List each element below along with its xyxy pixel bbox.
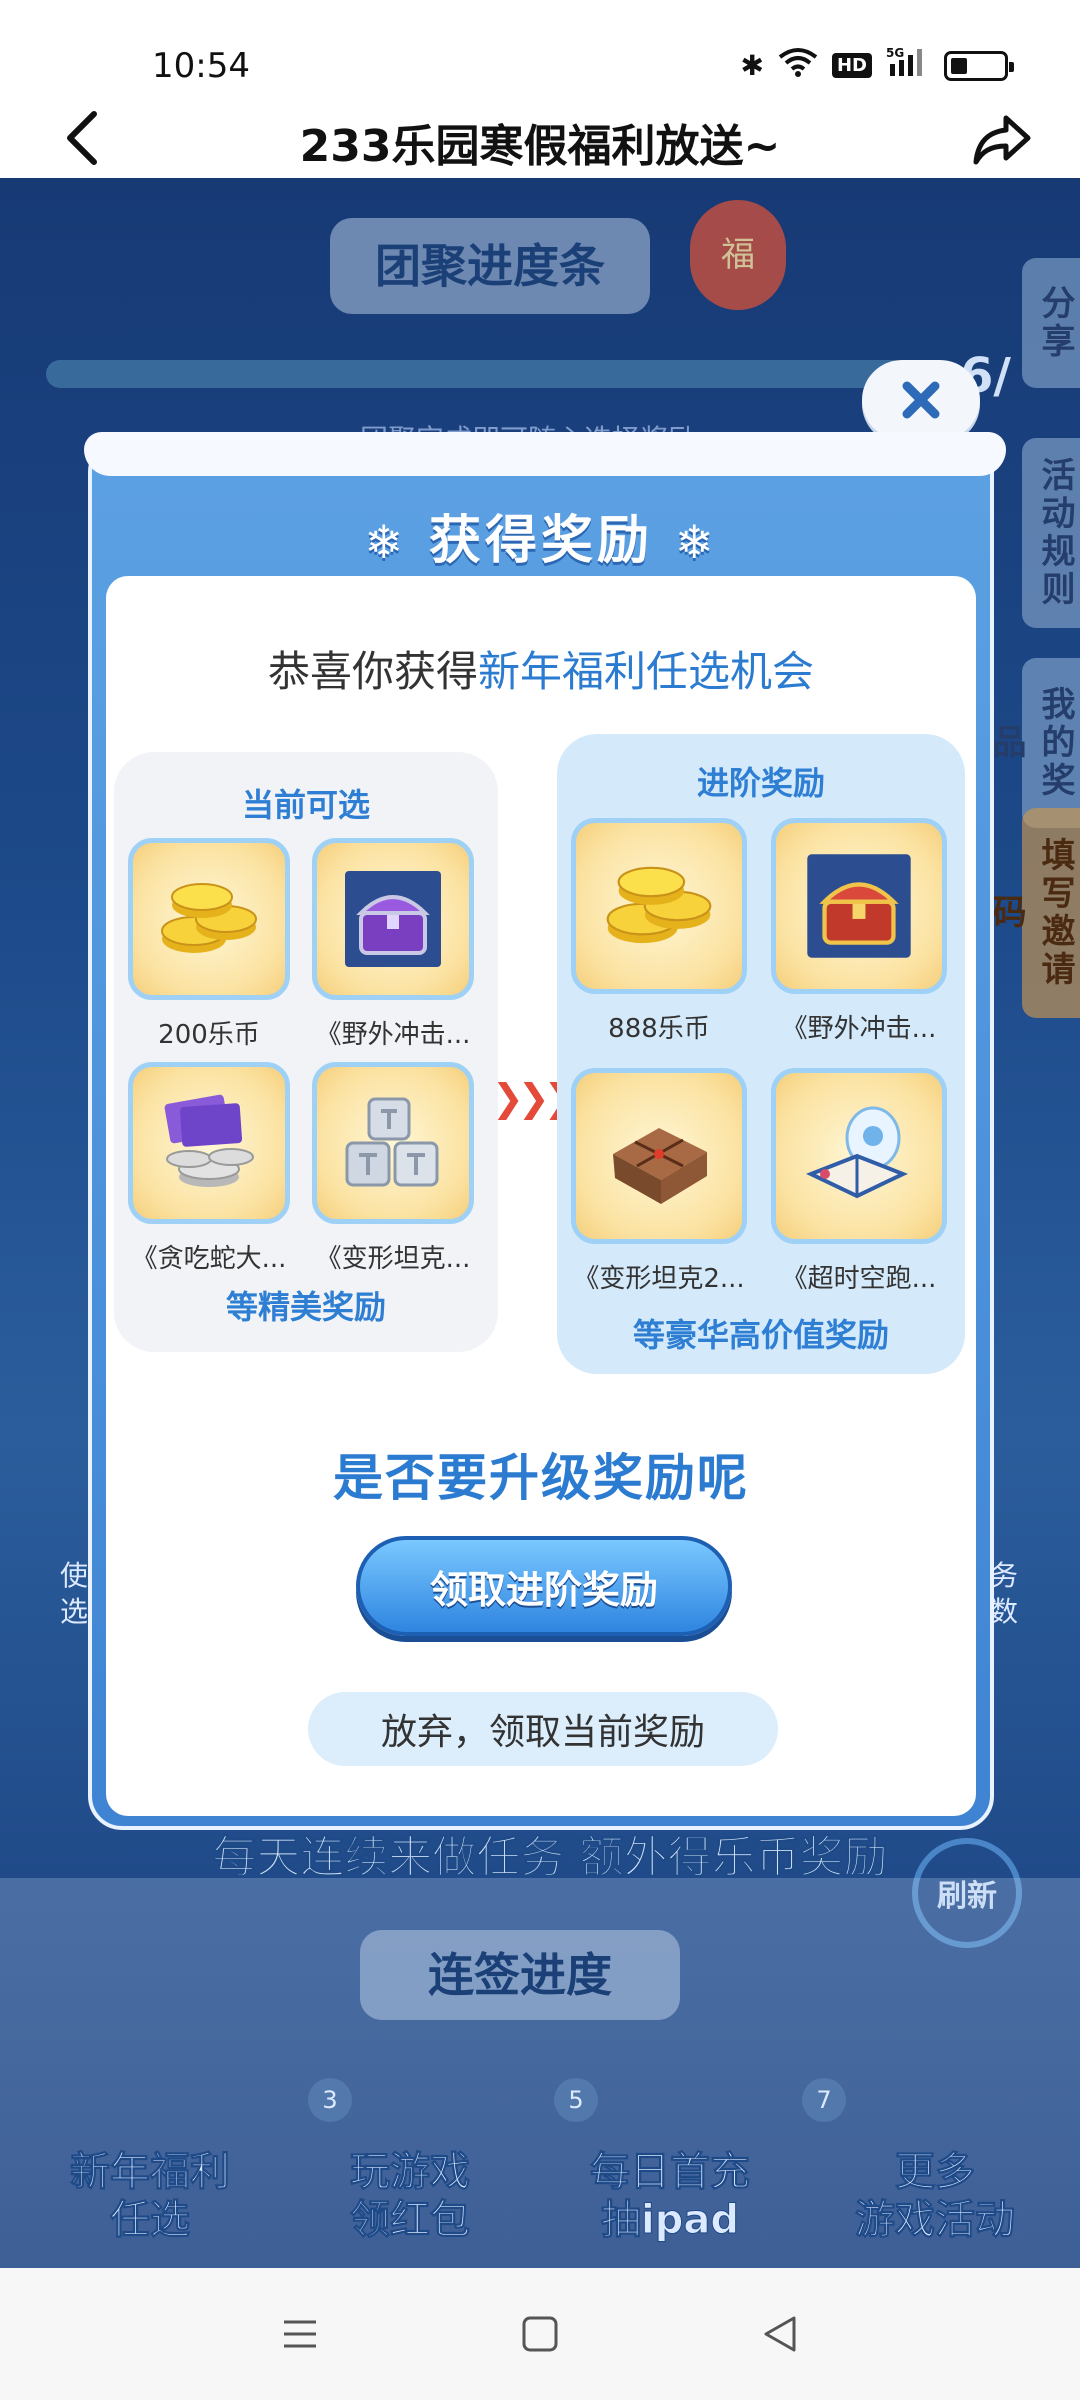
reward-item[interactable]: 《变形坦克...	[312, 1062, 474, 1275]
reward-item-label: 《变形坦克...	[315, 1244, 471, 1274]
share-icon	[973, 115, 1031, 165]
current-rewards-panel: 当前可选 200乐币 《野外冲击... 《贪吃蛇大... 《变形坦克... 等精…	[114, 752, 498, 1352]
status-bar: 10:54 ✱ HD 5G	[0, 0, 1080, 100]
page-title: 233乐园寒假福利放送~	[299, 121, 781, 172]
reward-item-label: 《变形坦克2...	[573, 1264, 745, 1294]
reward-item-label: 《野外冲击...	[315, 1020, 471, 1050]
reward-item[interactable]: 《野外冲击...	[312, 838, 474, 1051]
status-icons: ✱ HD 5G	[740, 46, 1014, 85]
home-button[interactable]	[500, 2294, 580, 2374]
congrats-text: 恭喜你获得新年福利任选机会	[106, 638, 976, 699]
coin-stack-icon	[571, 818, 747, 994]
hd-badge: HD	[831, 53, 872, 78]
reward-item[interactable]: 《贪吃蛇大...	[128, 1062, 290, 1275]
reward-item[interactable]: 《野外冲击...	[771, 818, 947, 1045]
modal-title-text: 获得奖励	[428, 511, 653, 571]
reward-item[interactable]: 200乐币	[128, 838, 290, 1051]
menu-icon	[284, 2320, 316, 2348]
close-button[interactable]	[862, 360, 980, 440]
bluetooth-icon: ✱	[740, 49, 764, 82]
reward-item-label: 《贪吃蛇大...	[131, 1244, 287, 1274]
gift-box-icon	[571, 1068, 747, 1244]
battery-icon	[944, 50, 1014, 81]
claim-advanced-reward-button[interactable]: 领取进阶奖励	[356, 1536, 732, 1636]
wifi-icon	[778, 47, 818, 84]
title-bar: 233乐园寒假福利放送~	[0, 100, 1080, 178]
advanced-rewards-panel: 进阶奖励 888乐币 《野外冲击... 《变形坦克2... 《超时空跑... 等…	[557, 734, 965, 1374]
claim-advanced-label: 领取进阶奖励	[429, 1567, 658, 1612]
back-nav-button[interactable]	[740, 2294, 820, 2374]
advanced-rewards-heading: 进阶奖励	[696, 764, 825, 802]
signal-icon: 5G	[886, 46, 930, 85]
reward-item[interactable]: 《超时空跑...	[771, 1068, 947, 1295]
claim-current-reward-button[interactable]: 放弃，领取当前奖励	[308, 1692, 778, 1766]
purple-chest-icon	[312, 838, 474, 1000]
congrats-highlight: 新年福利任选机会	[478, 647, 815, 696]
modal-snow-cap	[84, 432, 1006, 476]
magic-book-icon	[771, 1068, 947, 1244]
snowflake-icon: ❄	[675, 515, 718, 569]
share-button[interactable]	[970, 108, 1034, 172]
reward-item-label: 200乐币	[158, 1020, 260, 1050]
close-icon	[902, 381, 940, 419]
reward-item[interactable]: 888乐币	[571, 818, 747, 1045]
coin-stack-icon	[128, 838, 290, 1000]
current-rewards-footer: 等精美奖励	[225, 1288, 386, 1326]
advanced-rewards-footer: 等豪华高价值奖励	[632, 1316, 889, 1354]
system-nav-bar	[0, 2268, 1080, 2400]
current-rewards-heading: 当前可选	[241, 786, 370, 824]
modal-title: ❄ 获得奖励 ❄	[92, 498, 990, 573]
svg-text:5G: 5G	[886, 46, 904, 60]
modal-card: 恭喜你获得新年福利任选机会 当前可选 200乐币 《野外冲击... 《贪吃蛇大.…	[106, 576, 976, 1816]
ticket-coins-icon	[128, 1062, 290, 1224]
reward-item-label: 《野外冲击...	[781, 1014, 937, 1044]
clock: 10:54	[152, 46, 250, 86]
menu-button[interactable]	[260, 2294, 340, 2374]
reward-item-label: 888乐币	[608, 1014, 710, 1044]
back-triangle-icon	[764, 2316, 796, 2352]
congrats-prefix: 恭喜你获得	[267, 647, 478, 696]
reward-modal: ❄ 获得奖励 ❄ 恭喜你获得新年福利任选机会 当前可选 200乐币 《野外冲击...	[84, 432, 1006, 1830]
red-chest-icon	[771, 818, 947, 994]
ice-cubes-icon	[312, 1062, 474, 1224]
reward-item-label: 《超时空跑...	[781, 1264, 937, 1294]
upgrade-question: 是否要升级奖励呢	[333, 1449, 749, 1507]
claim-current-label: 放弃，领取当前奖励	[380, 1712, 705, 1753]
snowflake-icon: ❄	[364, 515, 407, 569]
home-square-icon	[522, 2316, 558, 2352]
reward-item[interactable]: 《变形坦克2...	[571, 1068, 747, 1295]
